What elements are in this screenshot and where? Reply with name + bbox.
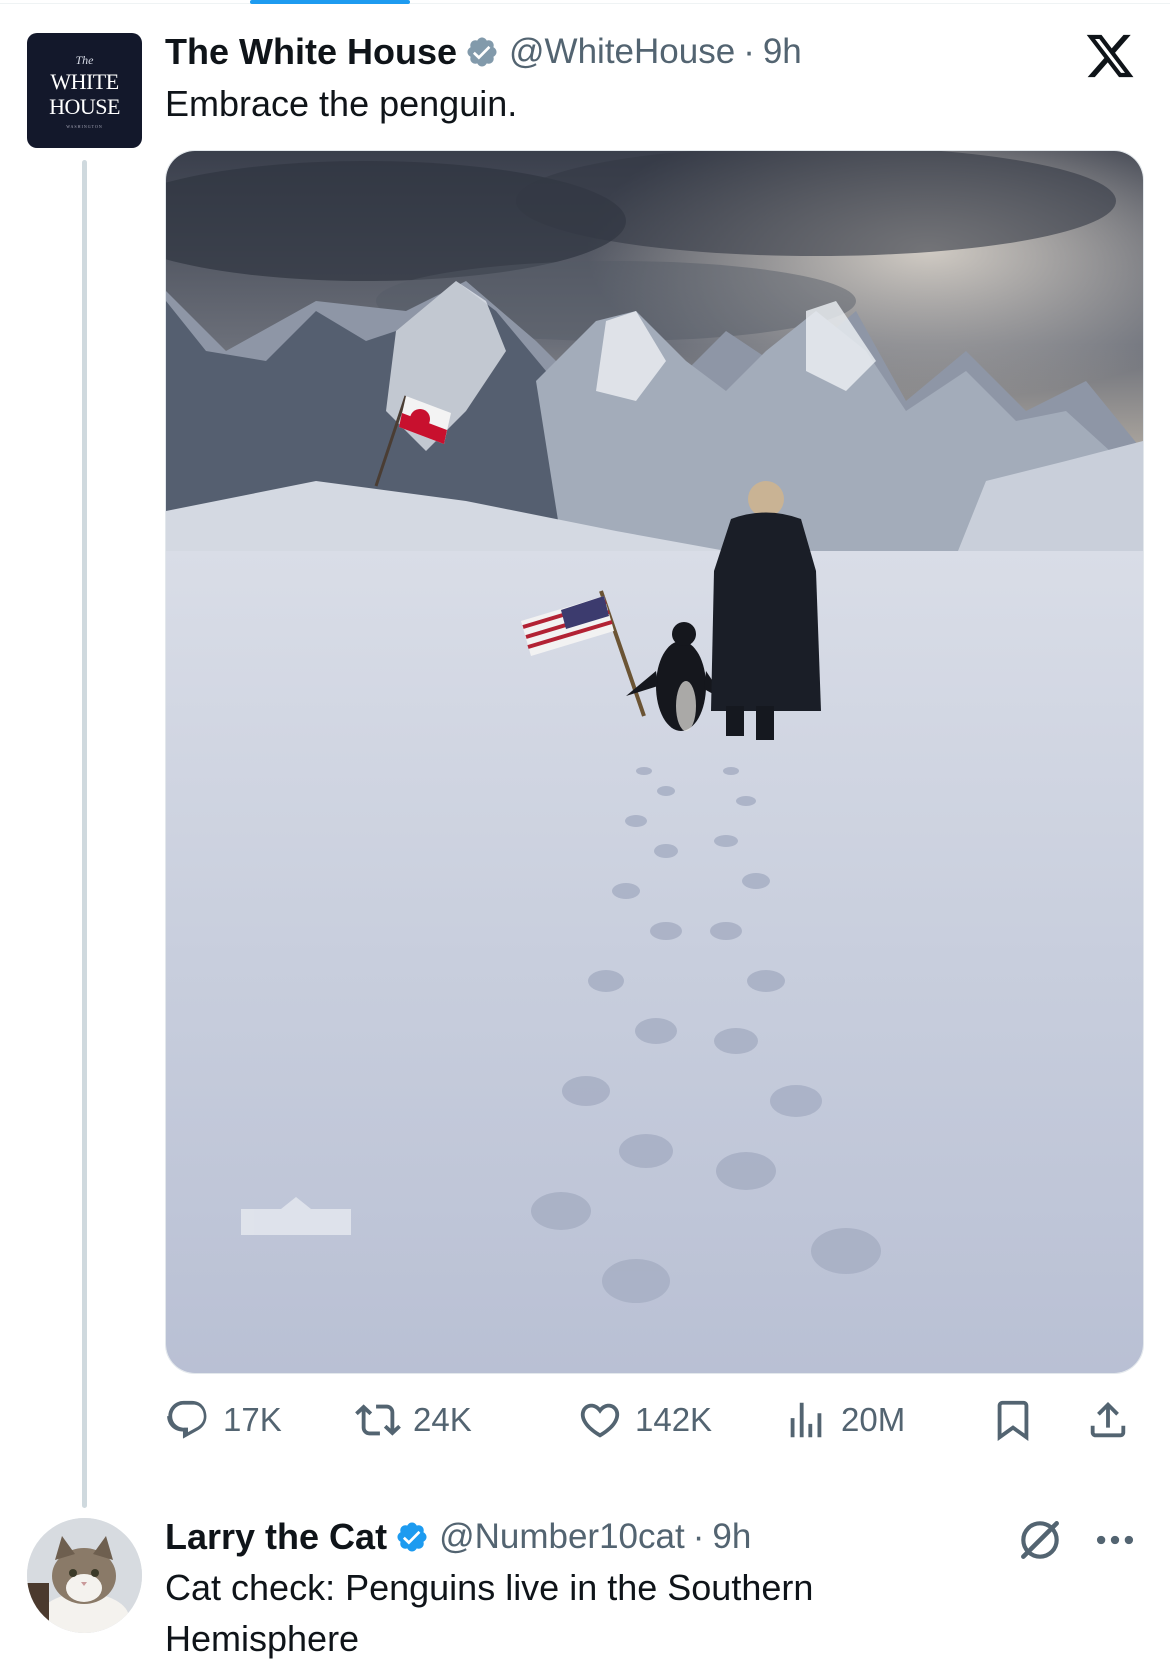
larry-the-cat-avatar[interactable] — [27, 1518, 142, 1633]
more-options-icon[interactable] — [1090, 1522, 1140, 1558]
separator-dot: · — [743, 32, 755, 71]
repost-count: 24K — [413, 1401, 472, 1438]
repost-icon — [355, 1404, 401, 1436]
cat-photo — [27, 1518, 142, 1633]
tweet-header: The White House @WhiteHouse · 9h — [165, 28, 802, 76]
tweet-image[interactable] — [165, 150, 1144, 1374]
x-logo-icon — [1086, 34, 1134, 78]
reply-text: Cat check: Penguins live in the Southern… — [165, 1567, 814, 1659]
avatar-text-washington: WASHINGTON — [66, 124, 103, 129]
bookmark-button[interactable] — [990, 1392, 1036, 1448]
tweet-text: Embrace the penguin. — [165, 83, 518, 124]
tweet-action-bar: 17K 24K 142K 20M — [165, 1392, 1140, 1448]
like-button[interactable]: 142K — [577, 1392, 712, 1448]
repost-button[interactable]: 24K — [355, 1392, 472, 1448]
reply-count: 17K — [223, 1401, 282, 1438]
white-house-avatar[interactable]: The WHITE HOUSE WASHINGTON — [27, 33, 142, 148]
reply-icon — [167, 1400, 207, 1439]
grok-icon[interactable] — [1015, 1515, 1065, 1565]
share-icon — [1090, 1401, 1126, 1438]
separator-dot: · — [692, 1517, 705, 1556]
reply-author-name[interactable]: Larry the Cat — [165, 1516, 387, 1558]
avatar-text-white: WHITE — [50, 69, 119, 94]
reply-header: Larry the Cat @Number10cat · 9h — [165, 1512, 751, 1562]
reply-button[interactable]: 17K — [165, 1392, 282, 1448]
reply-timestamp[interactable]: 9h — [712, 1517, 751, 1557]
share-button[interactable] — [1085, 1392, 1131, 1448]
author-handle[interactable]: @WhiteHouse — [509, 32, 735, 72]
like-icon — [580, 1403, 620, 1438]
views-button[interactable]: 20M — [783, 1392, 905, 1448]
views-icon — [790, 1402, 822, 1438]
tab-indicator — [250, 0, 410, 4]
avatar-text-house: HOUSE — [49, 94, 120, 119]
arctic-penguin-photo — [166, 151, 1143, 1373]
top-divider — [0, 3, 1170, 4]
bookmark-icon — [997, 1400, 1029, 1441]
views-count: 20M — [841, 1401, 906, 1438]
thread-connector-line — [82, 160, 87, 1508]
tweet-timestamp[interactable]: 9h — [763, 32, 802, 72]
reply-author-handle[interactable]: @Number10cat — [439, 1517, 685, 1557]
verified-badge-icon[interactable] — [395, 1520, 429, 1554]
avatar-text-the: The — [75, 53, 94, 67]
verified-badge-icon[interactable] — [465, 35, 499, 69]
author-name[interactable]: The White House — [165, 31, 457, 73]
like-count: 142K — [635, 1401, 713, 1438]
